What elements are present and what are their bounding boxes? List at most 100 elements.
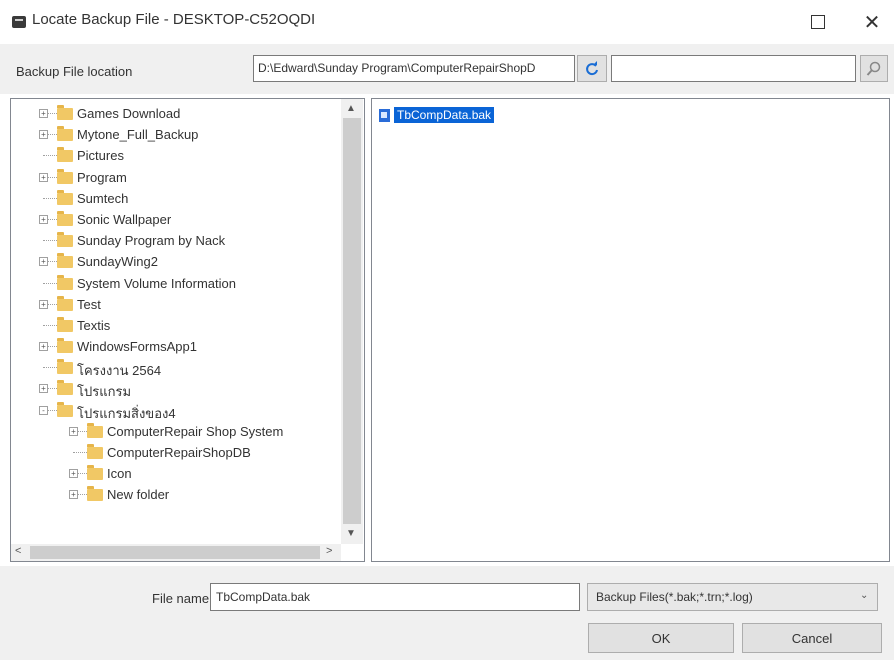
tree-item[interactable]: Textis (11, 315, 341, 336)
folder-icon (57, 189, 73, 205)
tree-item-label: WindowsFormsApp1 (77, 339, 197, 355)
file-list-item[interactable]: TbCompData.bak (379, 106, 495, 124)
file-name-field-label: File name: (152, 591, 213, 606)
expand-icon[interactable]: + (69, 426, 78, 436)
expand-icon[interactable]: + (39, 214, 48, 224)
folder-icon (57, 126, 73, 142)
tree-item[interactable]: System Volume Information (11, 273, 341, 294)
tree-item[interactable]: + Test (11, 294, 341, 315)
expand-icon[interactable]: + (39, 172, 48, 182)
tree-item[interactable]: ComputerRepairShopDB (11, 442, 341, 463)
folder-icon (57, 232, 73, 248)
tree-connector (43, 240, 57, 242)
tree-item-label: Icon (107, 466, 132, 482)
folder-icon (57, 105, 73, 120)
folder-icon (57, 274, 73, 290)
file-list-panel[interactable] (371, 98, 890, 562)
folder-icon (57, 210, 73, 226)
folder-icon (87, 465, 103, 481)
folder-tree[interactable]: + Games Download + Mytone_Full_Backup Pictur… (10, 98, 365, 562)
folder-icon (57, 359, 73, 375)
tree-item[interactable]: Sumtech (11, 188, 341, 209)
tree-item-label: System Volume Information (77, 275, 236, 291)
refresh-icon (586, 60, 598, 75)
tree-horizontal-scroll-thumb[interactable] (30, 546, 320, 559)
tree-item[interactable]: Pictures (11, 145, 341, 166)
tree-connector (73, 452, 87, 453)
location-path-input[interactable]: D:\Edward\Sunday Program\ComputerRepairS… (253, 55, 575, 82)
tree-item[interactable]: + ComputerRepair Shop System (11, 421, 341, 442)
folder-icon (57, 147, 73, 163)
tree-item[interactable]: + Program (11, 167, 341, 188)
tree-connector (43, 282, 57, 284)
location-label: Backup File location (16, 64, 133, 79)
scroll-up-icon[interactable]: ▲ (346, 103, 356, 114)
cancel-button[interactable]: Cancel (742, 623, 882, 653)
file-type-select[interactable]: Backup Files(*.bak;*.trn;*.log) (587, 583, 878, 611)
app-icon (12, 16, 26, 28)
chevron-down-icon[interactable]: ⌄ (860, 590, 868, 601)
tree-item[interactable]: + WindowsFormsApp1 (11, 336, 341, 357)
tree-connector (43, 155, 57, 157)
ok-button[interactable]: OK (588, 623, 734, 653)
tree-item-label: Program (77, 169, 127, 185)
tree-item[interactable]: + Mytone_Full_Backup (11, 124, 341, 145)
tree-item[interactable]: + โปรแกรม (11, 378, 341, 399)
expand-icon[interactable]: + (39, 384, 48, 394)
scroll-left-icon[interactable]: < (15, 545, 21, 557)
folder-icon (87, 486, 103, 502)
tree-item-label: ComputerRepairShopDB (107, 445, 251, 460)
file-name-input[interactable]: TbCompData.bak (210, 583, 580, 611)
tree-item[interactable]: + New folder (11, 484, 341, 505)
folder-icon (57, 253, 73, 269)
folder-tree-list: + Games Download + Mytone_Full_Backup Pictur… (11, 103, 341, 506)
tree-item-label: Test (77, 296, 101, 312)
tree-item[interactable]: + SundayWing2 (11, 251, 341, 272)
tree-item-label: Sunday Program by Nack (77, 233, 226, 249)
expand-icon[interactable]: + (39, 109, 48, 118)
tree-item[interactable]: + Icon (11, 463, 341, 484)
expand-icon[interactable]: + (69, 469, 78, 479)
tree-connector (43, 324, 57, 326)
close-icon: ✕ (863, 11, 881, 34)
tree-item-label: Sonic Wallpaper (77, 211, 172, 227)
expand-icon[interactable]: + (39, 299, 48, 309)
folder-icon (57, 380, 73, 396)
maximize-button[interactable] (796, 8, 840, 36)
expand-icon[interactable]: + (39, 257, 48, 267)
folder-icon (57, 295, 73, 311)
maximize-icon (811, 15, 825, 29)
expand-icon[interactable]: + (39, 130, 48, 140)
scroll-right-icon[interactable]: > (326, 545, 332, 557)
close-button[interactable]: ✕ (850, 8, 894, 36)
folder-icon (57, 401, 73, 417)
tree-item-label: Textis (77, 317, 111, 333)
search-icon (866, 61, 881, 76)
folder-icon (57, 316, 73, 332)
collapse-icon[interactable]: - (39, 405, 48, 415)
tree-vertical-scroll-thumb[interactable] (343, 118, 361, 524)
tree-connector (43, 197, 57, 199)
tree-item-label: SundayWing2 (77, 254, 158, 270)
folder-icon (87, 422, 103, 438)
search-button[interactable] (860, 55, 888, 82)
tree-item-label: Pictures (77, 148, 124, 164)
window-title: Locate Backup File - DESKTOP-C52OQDI (32, 11, 316, 28)
expand-icon[interactable]: + (39, 342, 48, 352)
scroll-down-icon[interactable]: ▼ (346, 528, 356, 539)
folder-icon (57, 338, 73, 354)
tree-item[interactable]: + Games Download (11, 103, 341, 124)
tree-item[interactable]: - โปรแกรมสิ่งของ4 (11, 400, 341, 421)
tree-item[interactable]: + Sonic Wallpaper (11, 209, 341, 230)
folder-icon (87, 444, 103, 459)
expand-icon[interactable]: + (69, 490, 78, 500)
tree-item[interactable]: Sunday Program by Nack (11, 230, 341, 251)
refresh-button[interactable] (577, 55, 607, 82)
tree-connector (43, 367, 57, 369)
backup-file-icon (379, 108, 390, 122)
tree-item-label: New folder (107, 487, 170, 503)
tree-item[interactable]: โครงงาน 2564 (11, 357, 341, 378)
search-input[interactable] (611, 55, 856, 82)
file-name-label: TbCompData.bak (394, 107, 495, 123)
tree-item-label: Games Download (77, 106, 181, 121)
